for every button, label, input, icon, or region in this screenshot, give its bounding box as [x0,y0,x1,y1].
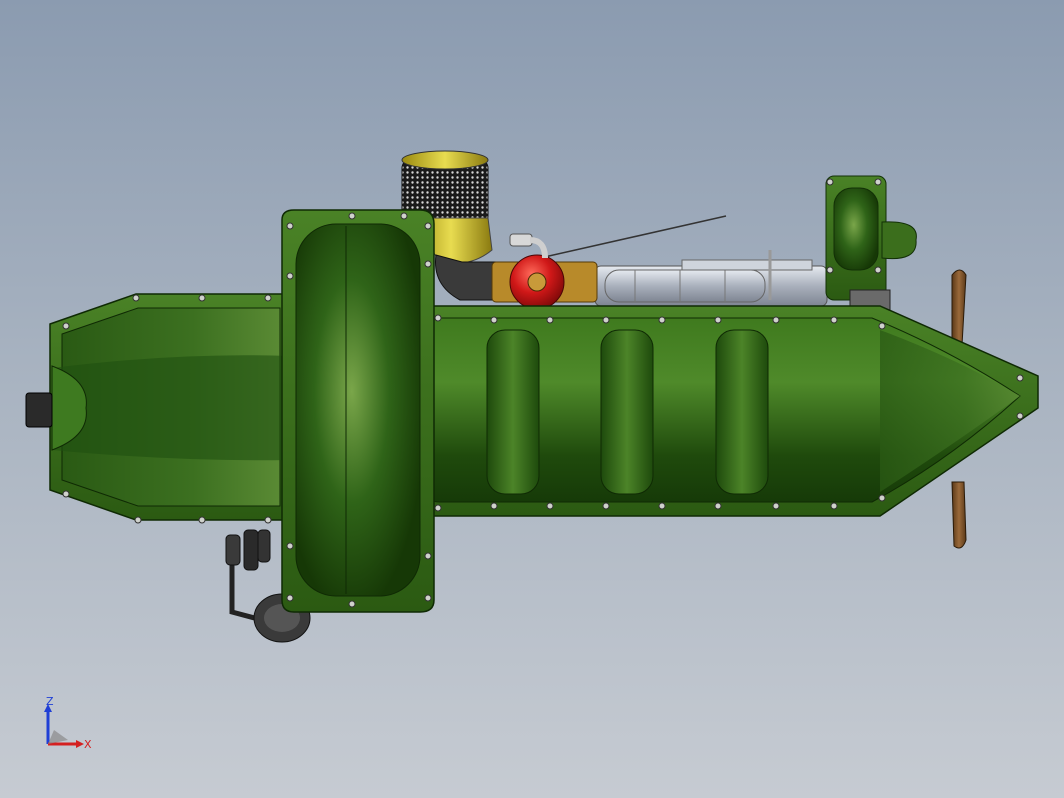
axis-triad: Z X [44,696,92,751]
cad-viewport[interactable] [0,0,1064,798]
x-axis-label: X [84,738,92,751]
fan-drum[interactable] [281,209,435,613]
magneto-housing[interactable] [825,175,917,311]
cooling-ribs [486,329,769,495]
z-axis-label: Z [46,696,54,708]
carburetor[interactable] [491,233,598,310]
